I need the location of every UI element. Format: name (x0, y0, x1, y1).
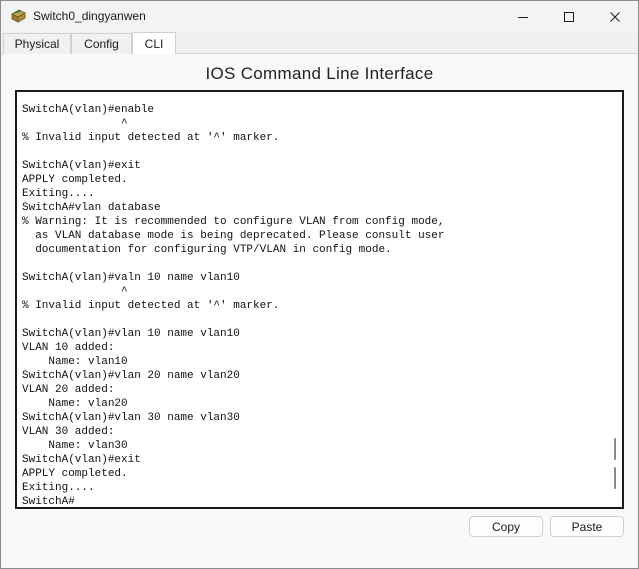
tab-cli[interactable]: CLI (132, 32, 176, 55)
close-button[interactable] (592, 1, 638, 32)
maximize-icon (564, 11, 574, 22)
cli-panel: IOS Command Line Interface SwitchA(vlan)… (2, 54, 637, 568)
tab-bar: Physical Config CLI (1, 32, 638, 55)
cli-window: Switch0_dingyanwen Physical Config CLI I… (0, 0, 639, 569)
terminal-console[interactable]: SwitchA(vlan)#enable ^ % Invalid input d… (15, 90, 624, 509)
paste-button[interactable]: Paste (550, 516, 624, 537)
tab-config[interactable]: Config (71, 33, 132, 54)
minimize-button[interactable] (500, 1, 546, 32)
minimize-icon (518, 16, 528, 18)
maximize-button[interactable] (546, 1, 592, 32)
close-icon (610, 11, 620, 22)
tab-physical[interactable]: Physical (3, 33, 71, 54)
page-title: IOS Command Line Interface (205, 64, 434, 83)
scrollbar-thumb-lower[interactable] (614, 467, 616, 489)
copy-button[interactable]: Copy (469, 516, 543, 537)
window-title: Switch0_dingyanwen (33, 9, 146, 23)
terminal-output: SwitchA(vlan)#enable ^ % Invalid input d… (22, 104, 445, 508)
title-bar: Switch0_dingyanwen (1, 1, 638, 32)
switch-icon (10, 8, 26, 24)
terminal-scrollbar[interactable] (608, 92, 622, 507)
scrollbar-thumb[interactable] (614, 438, 616, 460)
